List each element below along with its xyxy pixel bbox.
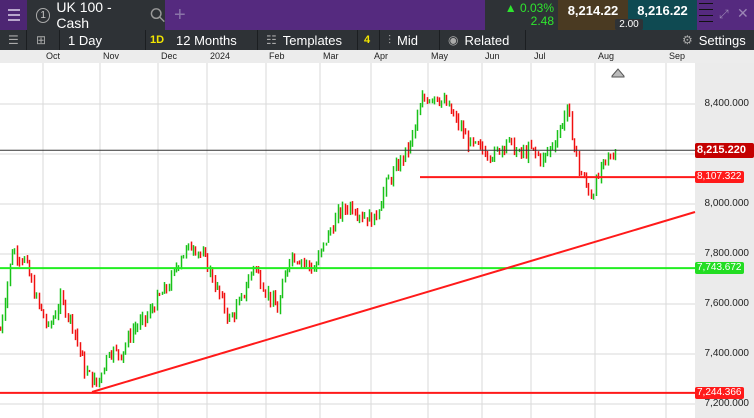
templates-count: 4	[358, 30, 380, 50]
price-level-tag: 7,743.672	[695, 262, 744, 275]
price-change: ▲ 0.03% 2.48	[485, 0, 558, 30]
templates-icon: ☷	[266, 33, 277, 47]
instrument-tab[interactable]: 1 UK 100 - Cash	[27, 0, 165, 31]
price-level-tag: 8,107.322	[695, 171, 744, 184]
chart-toolbar: ☰ ⊞ 1 Day 1D 12 Months ☷ Templates 4 ⫶ Mid…	[0, 30, 754, 50]
interval-label: 1 Day	[68, 32, 102, 48]
range-select[interactable]: 12 Months	[168, 30, 258, 50]
interval-badge: 1D	[146, 30, 168, 50]
spread-badge: 2.00	[615, 19, 643, 30]
event-marker-icon	[611, 68, 625, 78]
eye-icon: ◉	[448, 33, 459, 47]
change-percent: 0.03%	[519, 1, 554, 15]
interval-badge-text: 1D	[150, 34, 165, 46]
month-label: Oct	[46, 51, 61, 61]
settings-button[interactable]: ⚙ Settings	[680, 30, 754, 50]
time-axis: Oct Nov Dec 2024 Feb Mar Apr May Jun Jul Aug Sep	[0, 50, 695, 63]
menu-icon[interactable]	[0, 0, 27, 30]
layout-grid-icon[interactable]: ⊞	[27, 30, 60, 50]
interval-select[interactable]: 1 Day	[60, 30, 146, 50]
up-arrow-icon: ▲	[504, 1, 520, 15]
month-label: Jul	[534, 51, 546, 61]
month-label: Jun	[485, 51, 500, 61]
close-icon[interactable]: ✕	[737, 5, 749, 22]
instrument-title: UK 100 - Cash	[56, 0, 112, 31]
candles-icon: ⫶	[388, 32, 392, 47]
templates-button[interactable]: ☷ Templates	[258, 30, 358, 50]
price-level-tag: 7,244.366	[695, 386, 744, 399]
drag-handle-icon[interactable]	[699, 3, 713, 22]
range-label: 12 Months	[176, 32, 237, 48]
price-type-label: Mid	[397, 32, 418, 48]
templates-label: Templates	[282, 32, 343, 48]
change-points: 2.48	[530, 14, 554, 28]
month-label: Mar	[323, 51, 339, 61]
price-type-button[interactable]: ⫶ Mid	[380, 30, 440, 50]
price-level-tag: 8,215.220	[695, 143, 754, 159]
month-label: Feb	[269, 51, 285, 61]
trend-line	[91, 211, 696, 393]
month-label: Apr	[374, 51, 389, 61]
expand-icon[interactable]: ⤢	[719, 7, 729, 22]
month-label: Sep	[669, 51, 686, 61]
month-label: May	[431, 51, 449, 61]
add-tab-icon[interactable]: +	[174, 4, 186, 27]
price-chart[interactable]	[0, 63, 754, 418]
title-bar: 1 UK 100 - Cash + ▲ 0.03% 2.48 8,214.22 …	[0, 0, 754, 31]
tab-number: 1	[36, 7, 51, 23]
search-icon[interactable]	[150, 7, 165, 23]
gear-icon: ⚙	[682, 33, 693, 47]
settings-label: Settings	[698, 32, 746, 48]
month-label: Dec	[161, 51, 178, 61]
month-label: Nov	[103, 51, 120, 61]
templates-count-text: 4	[364, 34, 371, 46]
axis-corner	[695, 50, 754, 63]
list-icon[interactable]: ☰	[0, 30, 27, 50]
related-button[interactable]: ◉ Related	[440, 30, 526, 50]
related-label: Related	[464, 32, 510, 48]
month-label: Aug	[598, 51, 615, 61]
month-label: 2024	[210, 51, 231, 61]
